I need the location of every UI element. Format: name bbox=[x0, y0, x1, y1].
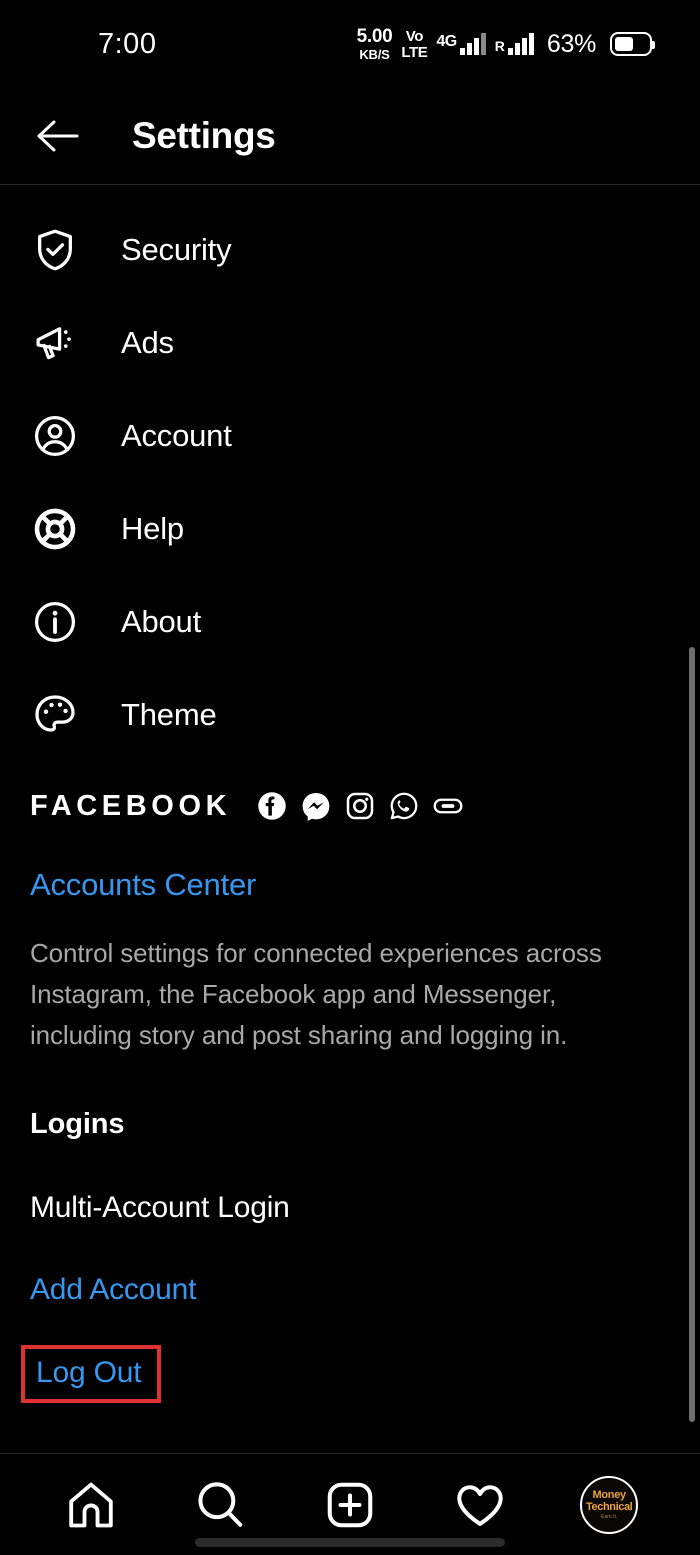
home-icon bbox=[69, 1482, 113, 1527]
avatar-line1: Money bbox=[592, 1488, 627, 1501]
facebook-header: FACEBOOK bbox=[30, 783, 670, 829]
status-bar: 7:00 5.00 KB/S Vo LTE 4G R 63% bbox=[0, 0, 700, 88]
logins-heading: Logins bbox=[30, 1108, 125, 1141]
facebook-section: FACEBOOK Accounts Center Control setting… bbox=[0, 761, 700, 1404]
volte-icon: Vo LTE bbox=[401, 29, 427, 60]
volte-line2: LTE bbox=[401, 43, 428, 61]
palette-icon bbox=[30, 690, 80, 740]
menu-item-label: About bbox=[121, 603, 202, 639]
log-out-link[interactable]: Log Out bbox=[36, 1356, 142, 1390]
menu-item-label: Ads bbox=[121, 324, 174, 360]
whatsapp-icon bbox=[389, 791, 419, 821]
facebook-app-icons bbox=[257, 791, 463, 821]
avatar-line3: Earn It. bbox=[601, 1513, 618, 1520]
search-icon bbox=[198, 1481, 243, 1527]
network-speed-unit: KB/S bbox=[359, 47, 390, 62]
back-button[interactable] bbox=[30, 108, 86, 164]
home-indicator bbox=[195, 1538, 505, 1547]
menu-item-label: Help bbox=[121, 510, 184, 546]
life-ring-icon bbox=[30, 504, 80, 554]
profile-avatar: Money Technical Earn It. bbox=[580, 1475, 639, 1534]
nav-create-post-button[interactable] bbox=[314, 1469, 386, 1541]
menu-item-label: Theme bbox=[121, 696, 217, 732]
battery-percent: 63% bbox=[546, 29, 596, 58]
menu-item-label: Security bbox=[121, 231, 232, 267]
roaming-label: R bbox=[494, 38, 505, 54]
menu-item-help[interactable]: Help bbox=[0, 482, 700, 575]
activity-heart-icon bbox=[456, 1484, 503, 1526]
nav-activity-button[interactable] bbox=[444, 1469, 516, 1541]
facebook-icon bbox=[257, 791, 287, 821]
megaphone-icon bbox=[30, 318, 80, 368]
network-type-label: 4G bbox=[436, 33, 457, 50]
settings-scroll-area[interactable]: Security Ads Account Help About Theme FA… bbox=[0, 185, 700, 1453]
menu-item-account[interactable]: Account bbox=[0, 389, 700, 482]
battery-icon bbox=[610, 32, 655, 56]
menu-item-about[interactable]: About bbox=[0, 575, 700, 668]
page-header: Settings bbox=[0, 88, 700, 185]
signal-indicator-primary: 4G bbox=[436, 33, 486, 55]
phone-screen: 7:00 5.00 KB/S Vo LTE 4G R 63% Settings … bbox=[0, 0, 700, 1555]
vertical-scrollbar[interactable] bbox=[689, 647, 695, 1422]
nav-home-button[interactable] bbox=[55, 1469, 127, 1541]
accounts-center-link[interactable]: Accounts Center bbox=[30, 867, 256, 903]
menu-item-ads[interactable]: Ads bbox=[0, 296, 700, 389]
signal-bars-icon bbox=[459, 33, 486, 55]
status-icons: 5.00 KB/S Vo LTE 4G R 63% bbox=[357, 27, 655, 61]
roaming-signal-bars-icon bbox=[507, 33, 534, 55]
messenger-icon bbox=[301, 791, 331, 821]
menu-item-label: Account bbox=[121, 417, 232, 453]
network-speed-indicator: 5.00 KB/S bbox=[357, 27, 393, 61]
facebook-description: Control settings for connected experienc… bbox=[30, 938, 602, 1051]
nav-profile-button[interactable]: Money Technical Earn It. bbox=[573, 1469, 645, 1541]
facebook-wordmark: FACEBOOK bbox=[30, 789, 232, 822]
instagram-icon bbox=[345, 791, 375, 821]
menu-item-theme[interactable]: Theme bbox=[0, 668, 700, 761]
create-post-icon bbox=[327, 1482, 373, 1527]
info-circle-icon bbox=[30, 597, 80, 647]
signal-indicator-roaming: R bbox=[495, 33, 534, 55]
avatar-line2: Technical bbox=[586, 1500, 633, 1513]
user-circle-icon bbox=[30, 411, 80, 461]
menu-item-security[interactable]: Security bbox=[0, 203, 700, 296]
network-speed-value: 5.00 bbox=[356, 26, 393, 47]
arrow-left-icon bbox=[37, 120, 79, 152]
multi-account-login-item[interactable]: Multi-Account Login bbox=[30, 1191, 290, 1225]
volte-line1: Vo bbox=[405, 27, 424, 45]
page-title: Settings bbox=[132, 115, 276, 156]
nav-search-button[interactable] bbox=[184, 1469, 256, 1541]
log-out-highlight-box[interactable]: Log Out bbox=[21, 1345, 162, 1404]
add-account-link[interactable]: Add Account bbox=[30, 1273, 196, 1307]
status-time: 7:00 bbox=[98, 27, 157, 60]
shield-check-icon bbox=[30, 225, 80, 275]
portal-icon bbox=[433, 791, 463, 821]
